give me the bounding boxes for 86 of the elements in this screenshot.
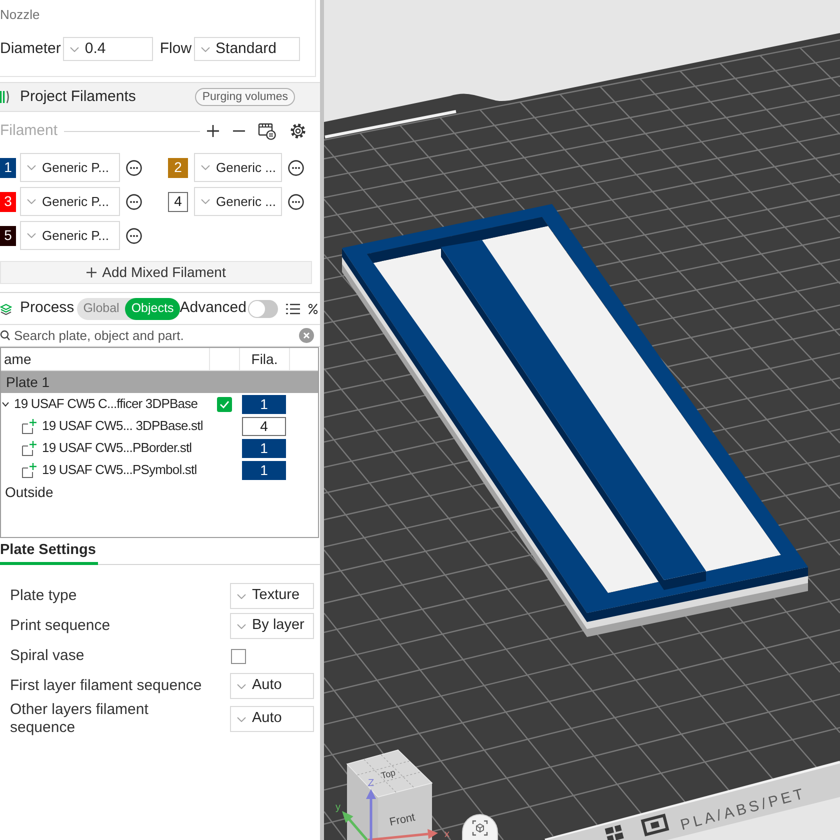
chevron-down-icon (201, 199, 210, 204)
dropdown[interactable]: Auto (230, 706, 314, 732)
chevron-down-icon (237, 624, 246, 628)
dropdown[interactable]: Texture (230, 583, 314, 609)
cube-face-label: Front (388, 812, 416, 829)
clear-icon[interactable] (299, 328, 314, 343)
field-label: Diameter (0, 38, 61, 59)
advanced-switch[interactable] (248, 300, 278, 318)
filament-swatch[interactable]: 3 (0, 192, 16, 212)
checkbox[interactable] (216, 396, 232, 412)
chevron-down-icon (200, 46, 210, 52)
section-title: Process (20, 298, 74, 318)
more-icon[interactable] (288, 160, 304, 176)
square-plus-icon (21, 440, 37, 456)
chevron-down-icon (27, 199, 36, 204)
setting-label: Plate type (10, 587, 78, 605)
grid-mark-icon (604, 824, 624, 840)
more-icon[interactable] (288, 194, 304, 210)
column-header: Fila. (239, 348, 289, 370)
switch-label: Advanced (180, 298, 246, 318)
setting-label: Other layers filament sequence (10, 701, 150, 737)
filament-stripes-icon (0, 90, 10, 104)
dropdown[interactable]: By layer (230, 613, 314, 639)
add-mixed-filament-button[interactable]: Add Mixed Filament (0, 261, 312, 284)
filament-swatch[interactable]: 1 (0, 158, 16, 178)
dropdown[interactable]: Standard (194, 37, 300, 61)
cube-face-label: Top (380, 767, 397, 781)
square-plus-icon (21, 418, 37, 434)
setting-label: Print sequence (10, 617, 112, 635)
object-name: Outside (5, 482, 54, 502)
dropdown[interactable]: 0.4 (62, 37, 153, 61)
filament-selector[interactable]: 1 (242, 460, 286, 480)
search-icon (0, 330, 10, 341)
axis-label: Z (368, 778, 374, 789)
percent-icon[interactable] (308, 302, 318, 314)
more-icon[interactable] (126, 194, 142, 210)
filament-swatch[interactable]: 4 (168, 192, 188, 212)
dropdown[interactable]: Generic P... (20, 153, 120, 182)
axis-label: x (444, 829, 450, 840)
object-name: 19 USAF CW5 C...fficer 3DPBase (14, 395, 198, 414)
chevron-down-icon (27, 165, 36, 170)
plus-icon[interactable] (206, 124, 220, 138)
more-icon[interactable] (126, 160, 142, 176)
object-name: 19 USAF CW5...PBorder.stl (42, 439, 192, 458)
chevron-down-icon (27, 233, 36, 238)
filament-selector[interactable]: 1 (242, 394, 286, 414)
purging-volumes-button[interactable]: Purging volumes (195, 88, 295, 106)
dropdown[interactable]: Auto (230, 673, 314, 699)
object-name: 19 USAF CW5...PSymbol.stl (42, 461, 197, 480)
column-header: ame (3, 350, 32, 369)
filament-swatch[interactable]: 5 (0, 226, 16, 246)
filament-selector[interactable]: 4 (242, 416, 286, 436)
chevron-down-icon (70, 46, 79, 52)
filament-selector[interactable]: 1 (242, 438, 286, 458)
toolbar-label: Filament (0, 120, 58, 141)
chevron-down-icon[interactable] (2, 402, 9, 406)
view-cube[interactable] (346, 750, 433, 840)
chevron-down-icon (237, 716, 246, 722)
chevron-down-icon (237, 594, 246, 598)
object-name: Plate 1 (6, 372, 50, 392)
list-icon[interactable] (286, 302, 300, 314)
section-title: Nozzle (0, 7, 40, 23)
field-label: Flow (160, 38, 192, 59)
dropdown[interactable]: Generic P... (20, 221, 120, 250)
chevron-down-icon (201, 165, 210, 170)
filament-swatch[interactable]: 2 (168, 158, 188, 178)
cube-focus-icon (472, 820, 488, 836)
square-plus-icon (21, 462, 37, 478)
plus-icon (86, 267, 98, 278)
chevron-down-icon (237, 684, 246, 688)
layers-icon (0, 302, 12, 314)
plate-settings-tab[interactable]: Plate Settings (0, 540, 98, 565)
settings-icon[interactable] (290, 123, 306, 139)
device-icon[interactable] (258, 122, 276, 140)
object-name: 19 USAF CW5... 3DPBase.stl (42, 417, 203, 436)
dropdown[interactable]: Generic ... (194, 153, 282, 182)
dropdown[interactable]: Generic P... (20, 187, 120, 216)
checkbox[interactable] (231, 648, 246, 664)
setting-label: First layer filament sequence (10, 677, 203, 695)
tree-row[interactable]: Plate 1 (1, 371, 318, 393)
more-icon[interactable] (126, 228, 142, 244)
section-title: Project Filaments (20, 86, 136, 107)
model-bar[interactable] (441, 240, 706, 590)
dropdown[interactable]: Generic ... (194, 187, 282, 216)
setting-label: Spiral vase (10, 647, 86, 665)
axis-label: y (336, 802, 340, 813)
